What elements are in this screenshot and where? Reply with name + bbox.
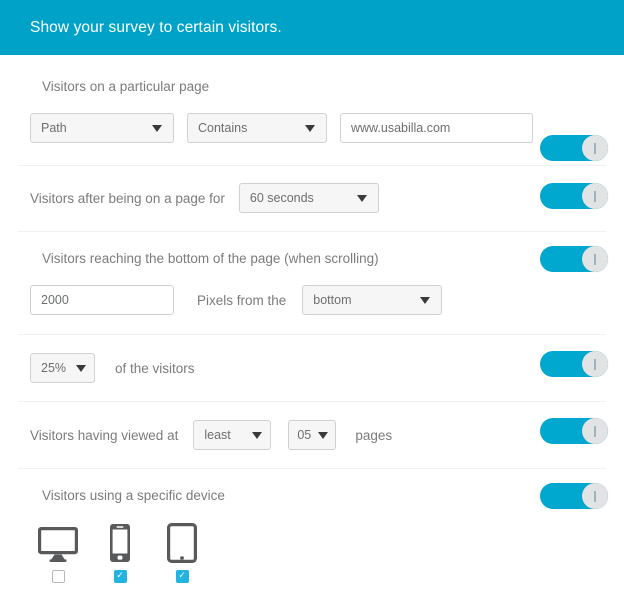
chevron-down-icon	[318, 431, 329, 439]
pages-suffix-label: pages	[355, 427, 393, 443]
toggle-knob-handle	[582, 135, 608, 161]
duration-select[interactable]: 60 seconds	[238, 183, 379, 213]
percent-select[interactable]: 25%	[30, 353, 95, 383]
chevron-down-icon	[152, 124, 162, 132]
page-title: Show your survey to certain visitors.	[30, 18, 282, 36]
toggle-pages-viewed[interactable]	[540, 418, 608, 444]
device-checkbox-mobile[interactable]: ✓	[113, 570, 127, 583]
rule-row-pages-viewed: Visitors having viewed at least 05 pages	[0, 402, 624, 468]
toggle-particular-page[interactable]	[540, 135, 608, 161]
device-option-desktop[interactable]	[30, 521, 86, 583]
scroll-bottom-controls: Pixels from the bottom	[30, 285, 606, 315]
path-type-select-value: Path	[41, 121, 67, 135]
desktop-icon	[38, 521, 78, 563]
toggle-specific-device[interactable]	[540, 483, 608, 509]
edge-select[interactable]: bottom	[302, 285, 443, 315]
device-selector: ✓ ✓	[30, 521, 606, 583]
mobile-phone-icon	[108, 521, 132, 563]
path-type-select[interactable]: Path	[30, 113, 174, 143]
check-icon: ✓	[116, 571, 124, 581]
rule-label-pages-viewed: Visitors having viewed at	[30, 427, 179, 443]
rule-label-particular-page: Visitors on a particular page	[42, 79, 210, 94]
device-option-tablet[interactable]: ✓	[154, 521, 210, 583]
rule-label-scroll-bottom: Visitors reaching the bottom of the page…	[42, 251, 379, 266]
rule-row-specific-device: Visitors using a specific device ✓ ✓	[0, 469, 624, 593]
comparator-select[interactable]: least	[193, 420, 272, 450]
duration-select-value: 60 seconds	[249, 191, 314, 205]
rule-row-time-on-page: Visitors after being on a page for 60 se…	[0, 166, 624, 231]
toggle-knob-handle	[582, 483, 608, 509]
tablet-icon	[167, 521, 197, 563]
visitor-targeting-panel: Show your survey to certain visitors. Vi…	[0, 0, 624, 583]
toggle-scroll-bottom[interactable]	[540, 246, 608, 272]
url-input[interactable]	[340, 113, 533, 143]
panel-header: Show your survey to certain visitors.	[0, 0, 624, 55]
toggle-percentage-visitors[interactable]	[540, 351, 608, 377]
chevron-down-icon	[252, 431, 263, 439]
edge-select-value: bottom	[313, 293, 352, 307]
device-checkbox-desktop[interactable]	[51, 570, 65, 583]
rule-label-percentage-visitors: of the visitors	[115, 360, 195, 376]
chevron-down-icon	[356, 194, 367, 202]
device-checkbox-tablet[interactable]: ✓	[175, 570, 189, 583]
rule-label-specific-device: Visitors using a specific device	[42, 488, 225, 503]
page-count-select-value: 05	[297, 428, 312, 442]
comparator-select-value: least	[204, 428, 231, 442]
toggle-time-on-page[interactable]	[540, 183, 608, 209]
pixels-input[interactable]	[30, 285, 174, 315]
rule-label-time-on-page: Visitors after being on a page for	[30, 190, 225, 206]
rule-row-particular-page: Visitors on a particular page Path Conta…	[0, 55, 624, 165]
match-operator-select[interactable]: Contains	[187, 113, 327, 143]
device-option-mobile[interactable]: ✓	[92, 521, 148, 583]
rule-row-percentage-visitors: 25% of the visitors	[0, 335, 624, 401]
toggle-knob-handle	[582, 351, 608, 377]
page-count-select[interactable]: 05	[288, 420, 337, 450]
toggle-knob-handle	[582, 418, 608, 444]
pixels-from-label: Pixels from the	[197, 292, 287, 308]
toggle-knob-handle	[582, 183, 608, 209]
chevron-down-icon	[420, 296, 431, 304]
particular-page-controls: Path Contains	[30, 113, 606, 143]
check-icon: ✓	[178, 571, 186, 581]
chevron-down-icon	[76, 364, 86, 372]
match-operator-select-value: Contains	[198, 121, 248, 135]
chevron-down-icon	[305, 124, 315, 132]
rule-row-scroll-bottom: Visitors reaching the bottom of the page…	[0, 232, 624, 334]
toggle-knob-handle	[582, 246, 608, 272]
percent-select-value: 25%	[41, 361, 67, 375]
